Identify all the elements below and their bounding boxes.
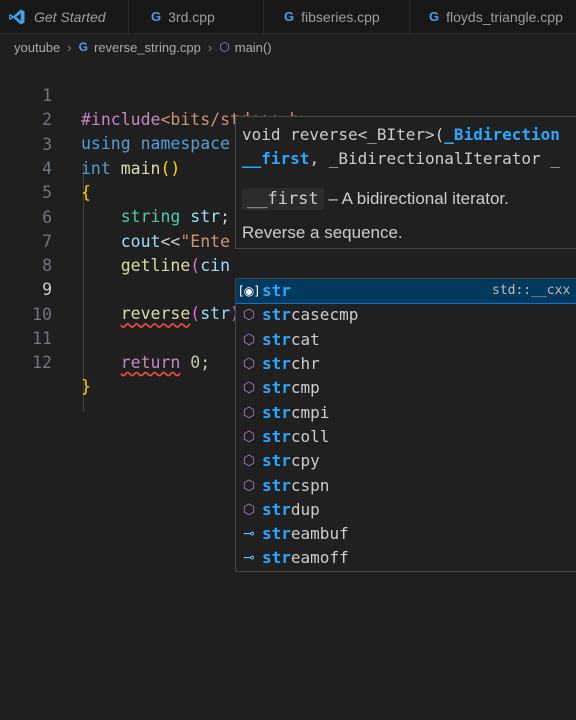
method-icon: ⬡ <box>242 453 256 470</box>
method-icon: ⬡ <box>242 331 256 348</box>
function-signature: void reverse<_BIter>(_Bidirection __firs… <box>242 125 560 168</box>
breadcrumb: youtube › G reverse_string.cpp › ⬡ main(… <box>0 35 576 59</box>
tab-label: fibseries.cpp <box>301 8 380 25</box>
suggestion-item[interactable]: ⬡ strdup <box>236 498 576 522</box>
line-number: 12 <box>32 353 52 373</box>
suggestion-item[interactable]: ⬡ strcmpi <box>236 401 576 425</box>
breadcrumb-folder[interactable]: youtube <box>14 40 60 55</box>
suggestion-item[interactable]: ⬡ strcpy <box>236 449 576 473</box>
code-line: 2 using namespace std; <box>0 84 576 153</box>
suggestion-item[interactable]: ⬡ strcasecmp <box>236 303 576 327</box>
variable-icon: [◉] <box>239 284 259 299</box>
vscode-icon <box>9 9 25 24</box>
suggestion-item[interactable]: ⬡ strchr <box>236 352 576 376</box>
tab-bar: Get Started G 3rd.cpp G fibseries.cpp G … <box>0 0 576 34</box>
method-icon: ⬡ <box>242 428 256 445</box>
parameter-hint-popup: void reverse<_BIter>(_Bidirection __firs… <box>235 116 576 249</box>
suggestion-item[interactable]: ⬡ strcat <box>236 328 576 352</box>
parameter-doc: __first – A bidirectional iterator. <box>242 188 509 210</box>
method-icon: ⬡ <box>242 477 256 494</box>
tab-floyds-triangle-cpp[interactable]: G floyds_triangle.cpp <box>429 0 563 33</box>
tab-label: floyds_triangle.cpp <box>446 8 563 25</box>
suggestion-item[interactable]: ⬡ strcmp <box>236 376 576 400</box>
cpp-file-icon: G <box>284 9 295 24</box>
variable-icon: ⊸ <box>243 526 255 543</box>
code-line-active: 9 reverse(str) <box>0 254 576 324</box>
chevron-right-icon: › <box>207 39 213 55</box>
method-icon: ⬡ <box>242 380 256 397</box>
tab-3rd-cpp[interactable]: G 3rd.cpp <box>151 0 215 33</box>
suggestion-detail: std::__cxx <box>492 283 571 299</box>
method-icon: ⬡ <box>242 356 256 373</box>
autocomplete-list: [◉] str std::__cxx ⬡ strcasecmp ⬡ strcat… <box>235 278 576 572</box>
suggestion-item[interactable]: ⬡ strcspn <box>236 473 576 497</box>
suggestion-item[interactable]: ⊸ streamoff <box>236 546 576 570</box>
breadcrumb-symbol[interactable]: main() <box>235 40 272 55</box>
cpp-file-icon: G <box>78 40 88 54</box>
tab-fibseries-cpp[interactable]: G fibseries.cpp <box>284 0 380 33</box>
cpp-file-icon: G <box>429 9 440 24</box>
tab-label: Get Started <box>34 8 106 25</box>
variable-icon: ⊸ <box>243 550 255 567</box>
method-icon: ⬡ <box>219 40 230 54</box>
cpp-file-icon: G <box>151 9 162 24</box>
method-icon: ⬡ <box>242 404 256 421</box>
code-line: 1 #include<bits/stdc++.h> <box>0 60 576 129</box>
chevron-right-icon: › <box>67 39 72 55</box>
suggestion-item[interactable]: [◉] str std::__cxx <box>236 279 576 305</box>
method-icon: ⬡ <box>242 501 256 518</box>
suggestion-item[interactable]: ⊸ streambuf <box>236 522 576 546</box>
method-icon: ⬡ <box>242 307 256 324</box>
function-description: Reverse a sequence. <box>242 223 403 242</box>
tab-label: 3rd.cpp <box>168 8 215 25</box>
tab-get-started[interactable]: Get Started <box>8 0 106 33</box>
suggestion-item[interactable]: ⬡ strcoll <box>236 425 576 449</box>
breadcrumb-file[interactable]: reverse_string.cpp <box>94 40 201 55</box>
